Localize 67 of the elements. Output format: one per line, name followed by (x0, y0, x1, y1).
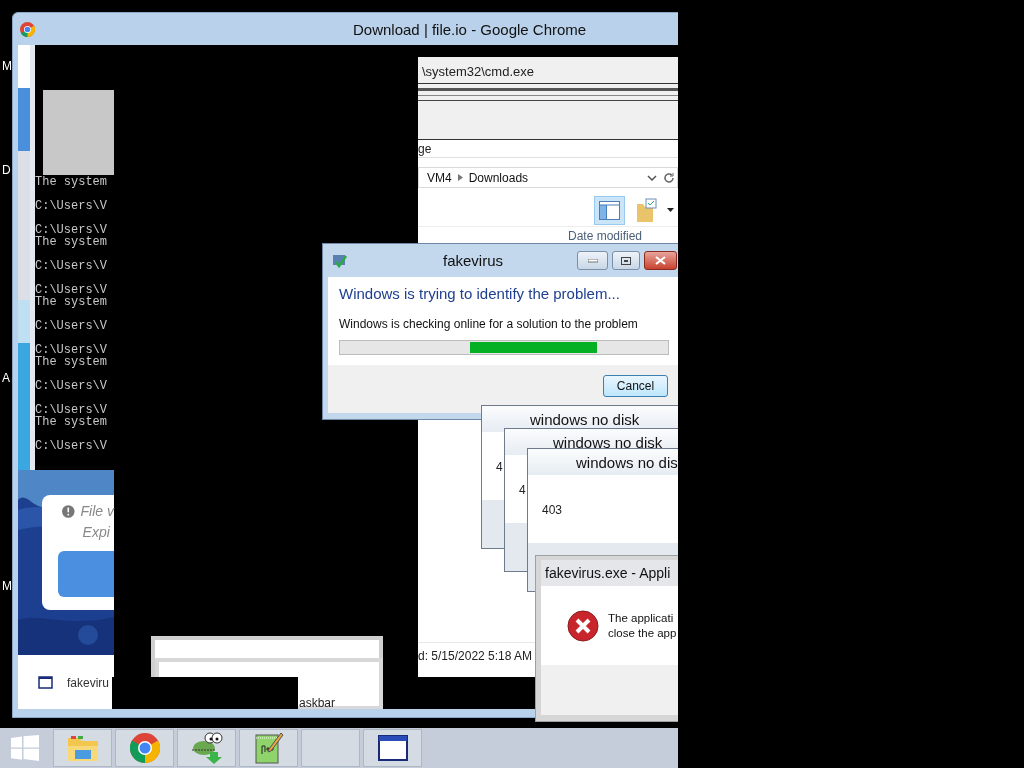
dialog-title: fakevirus.exe - Appli (541, 560, 678, 586)
console-line: C:\Users\V (35, 224, 108, 236)
lizard-icon (189, 732, 224, 764)
dialog-heading: Windows is trying to identify the problem... (339, 285, 621, 303)
console-line: C:\Users\V (35, 404, 108, 416)
desktop-icon-label: M (2, 59, 12, 73)
alert-icon (62, 504, 75, 519)
desktop-icon-label: A (2, 371, 10, 385)
notice-text: Expi (82, 524, 111, 541)
dialog-message: close the app (608, 625, 677, 641)
breadcrumb[interactable]: VM4 (427, 170, 452, 185)
layout-icon (599, 200, 620, 220)
minimize-icon (587, 258, 598, 263)
app-icon (332, 252, 348, 269)
folder-icon[interactable] (635, 198, 657, 222)
console-line: C:\Users\V (35, 380, 108, 392)
windows-logo-icon (11, 735, 39, 761)
console-line: C:\Users\V (35, 284, 108, 296)
dialog-title: windows no dis (576, 453, 678, 471)
dialog-title: windows no disk (530, 410, 640, 428)
console-line: The system (35, 416, 108, 428)
notice-text: File v (80, 503, 114, 520)
caret-down-icon[interactable] (667, 208, 674, 212)
desktop-icon-label: D (2, 163, 11, 177)
console-line: The system (35, 296, 108, 308)
dialog-title: windows no disk (553, 433, 663, 451)
dialog-message: The applicati (608, 610, 675, 626)
console-line: C:\Users\V (35, 440, 108, 452)
breadcrumb[interactable]: Downloads (468, 170, 529, 185)
dialog-message: 4 (519, 483, 526, 497)
console-line: C:\Users\V (35, 344, 108, 356)
error-icon (567, 609, 599, 642)
dialog-message: 403 (542, 503, 563, 517)
column-header[interactable]: Date modified (418, 227, 678, 243)
dialog-message: Windows is checking online for a solution to the problem (339, 317, 639, 331)
folder-icon (66, 734, 99, 762)
taskbar-button[interactable] (363, 729, 422, 767)
chevron-down-icon (647, 174, 657, 181)
dialog-title: fakevirus (443, 252, 504, 269)
ribbon-tab[interactable]: ge (418, 141, 432, 156)
notepad-icon (253, 732, 284, 764)
pane-toggle[interactable] (594, 195, 625, 225)
console-line: C:\Users\V (35, 200, 108, 212)
popup-text: askbar (299, 696, 336, 709)
chevron-right-icon (457, 174, 463, 181)
console-line: The system (35, 176, 108, 188)
window-icon (38, 676, 53, 689)
desktop-icon-label: M (2, 579, 12, 593)
chrome-icon (20, 21, 35, 37)
download-item[interactable]: fakeviru (67, 675, 110, 690)
path-text: \system32\cmd.exe (421, 65, 535, 79)
dialog-message: 4 (496, 460, 503, 474)
close-icon (655, 256, 666, 265)
close-button[interactable] (644, 251, 677, 270)
refresh-icon[interactable] (663, 171, 675, 184)
console-line: C:\Users\V (35, 320, 108, 332)
taskbar-button[interactable] (177, 729, 236, 767)
address-bar[interactable]: VM4 Downloads (418, 167, 678, 188)
console-line: The system (35, 356, 108, 368)
console-line: The system (35, 236, 108, 248)
window-title: Download | file.io - Google Chrome (353, 20, 587, 38)
console-line: C:\Users\V (35, 260, 108, 272)
window-icon (377, 735, 408, 761)
chrome-icon (129, 733, 160, 763)
cancel-button[interactable]: Cancel (603, 375, 668, 397)
maximize-button[interactable] (612, 251, 640, 270)
maximize-icon (621, 256, 631, 265)
